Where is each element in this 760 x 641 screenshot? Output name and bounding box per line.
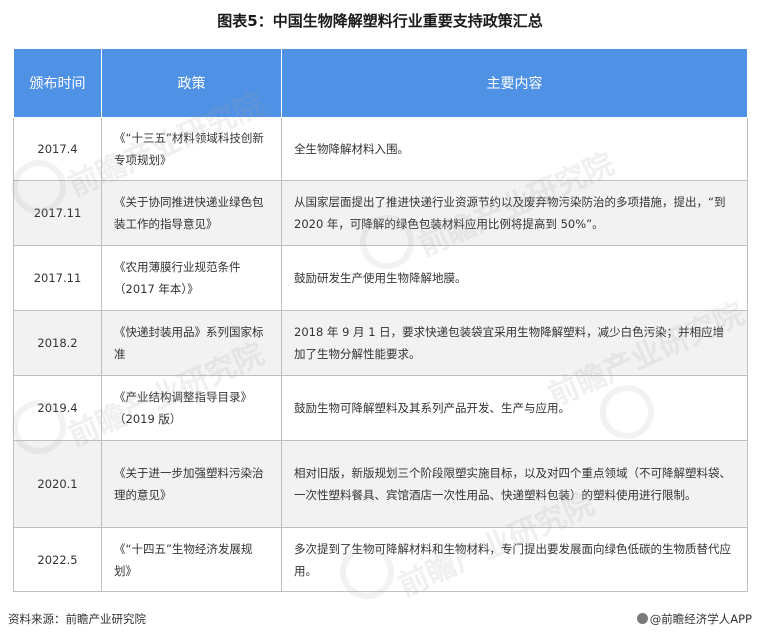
table-row: 2019.4 《产业结构调整指导目录》（2019 版） 鼓励生物可降解塑料及其系…: [13, 375, 748, 441]
table-row: 2017.11 《农用薄膜行业规范条件（2017 年本）》 鼓励研发生产使用生物…: [13, 245, 748, 311]
cell-date: 2022.5: [13, 527, 102, 592]
app-logo-icon: [636, 613, 648, 624]
brand-note: @前瞻经济学人APP: [636, 611, 752, 627]
table-row: 2020.1 《关于进一步加强塑料污染治理的意见》 相对旧版，新版规划三个阶段限…: [13, 440, 748, 528]
header-content: 主要内容: [281, 48, 748, 118]
cell-date: 2017.4: [13, 117, 102, 181]
page-title: 图表5：中国生物降解塑料行业重要支持政策汇总: [217, 12, 543, 30]
source-note: 资料来源：前瞻产业研究院: [8, 612, 146, 626]
header-date: 颁布时间: [13, 48, 102, 118]
cell-policy: 《“十三五”材料领域科技创新专项规划》: [101, 117, 282, 181]
cell-content: 2018 年 9 月 1 日，要求快递包装袋宜采用生物降解塑料，减少白色污染；并…: [281, 310, 748, 376]
cell-policy: 《快递封装用品》系列国家标准: [101, 310, 282, 376]
cell-content: 相对旧版，新版规划三个阶段限塑实施目标，以及对四个重点领域（不可降解塑料袋、一次…: [281, 440, 748, 528]
cell-date: 2017.11: [13, 245, 102, 311]
cell-policy: 《关于进一步加强塑料污染治理的意见》: [101, 440, 282, 528]
cell-date: 2017.11: [13, 180, 102, 246]
brand-text: @前瞻经济学人APP: [649, 612, 752, 626]
cell-policy: 《关于协同推进快递业绿色包装工作的指导意见》: [101, 180, 282, 246]
table-header-row: 颁布时间 政策 主要内容: [13, 48, 748, 118]
cell-policy: 《“十四五”生物经济发展规划》: [101, 527, 282, 592]
cell-date: 2020.1: [13, 440, 102, 528]
policy-table: 颁布时间 政策 主要内容 2017.4 《“十三五”材料领域科技创新专项规划》 …: [13, 48, 748, 592]
table-row: 2022.5 《“十四五”生物经济发展规划》 多次提到了生物可降解材料和生物材料…: [13, 527, 748, 592]
cell-policy: 《产业结构调整指导目录》（2019 版）: [101, 375, 282, 441]
cell-content: 从国家层面提出了推进快递行业资源节约以及废弃物污染防治的多项措施，提出，“到 2…: [281, 180, 748, 246]
table-row: 2018.2 《快递封装用品》系列国家标准 2018 年 9 月 1 日，要求快…: [13, 310, 748, 376]
cell-date: 2018.2: [13, 310, 102, 376]
cell-content: 鼓励生物可降解塑料及其系列产品开发、生产与应用。: [281, 375, 748, 441]
cell-policy: 《农用薄膜行业规范条件（2017 年本）》: [101, 245, 282, 311]
cell-content: 鼓励研发生产使用生物降解地膜。: [281, 245, 748, 311]
cell-content: 多次提到了生物可降解材料和生物材料，专门提出要发展面向绿色低碳的生物质替代应用。: [281, 527, 748, 592]
cell-date: 2019.4: [13, 375, 102, 441]
table-row: 2017.4 《“十三五”材料领域科技创新专项规划》 全生物降解材料入围。: [13, 117, 748, 181]
table-row: 2017.11 《关于协同推进快递业绿色包装工作的指导意见》 从国家层面提出了推…: [13, 180, 748, 246]
header-policy: 政策: [101, 48, 282, 118]
cell-content: 全生物降解材料入围。: [281, 117, 748, 181]
